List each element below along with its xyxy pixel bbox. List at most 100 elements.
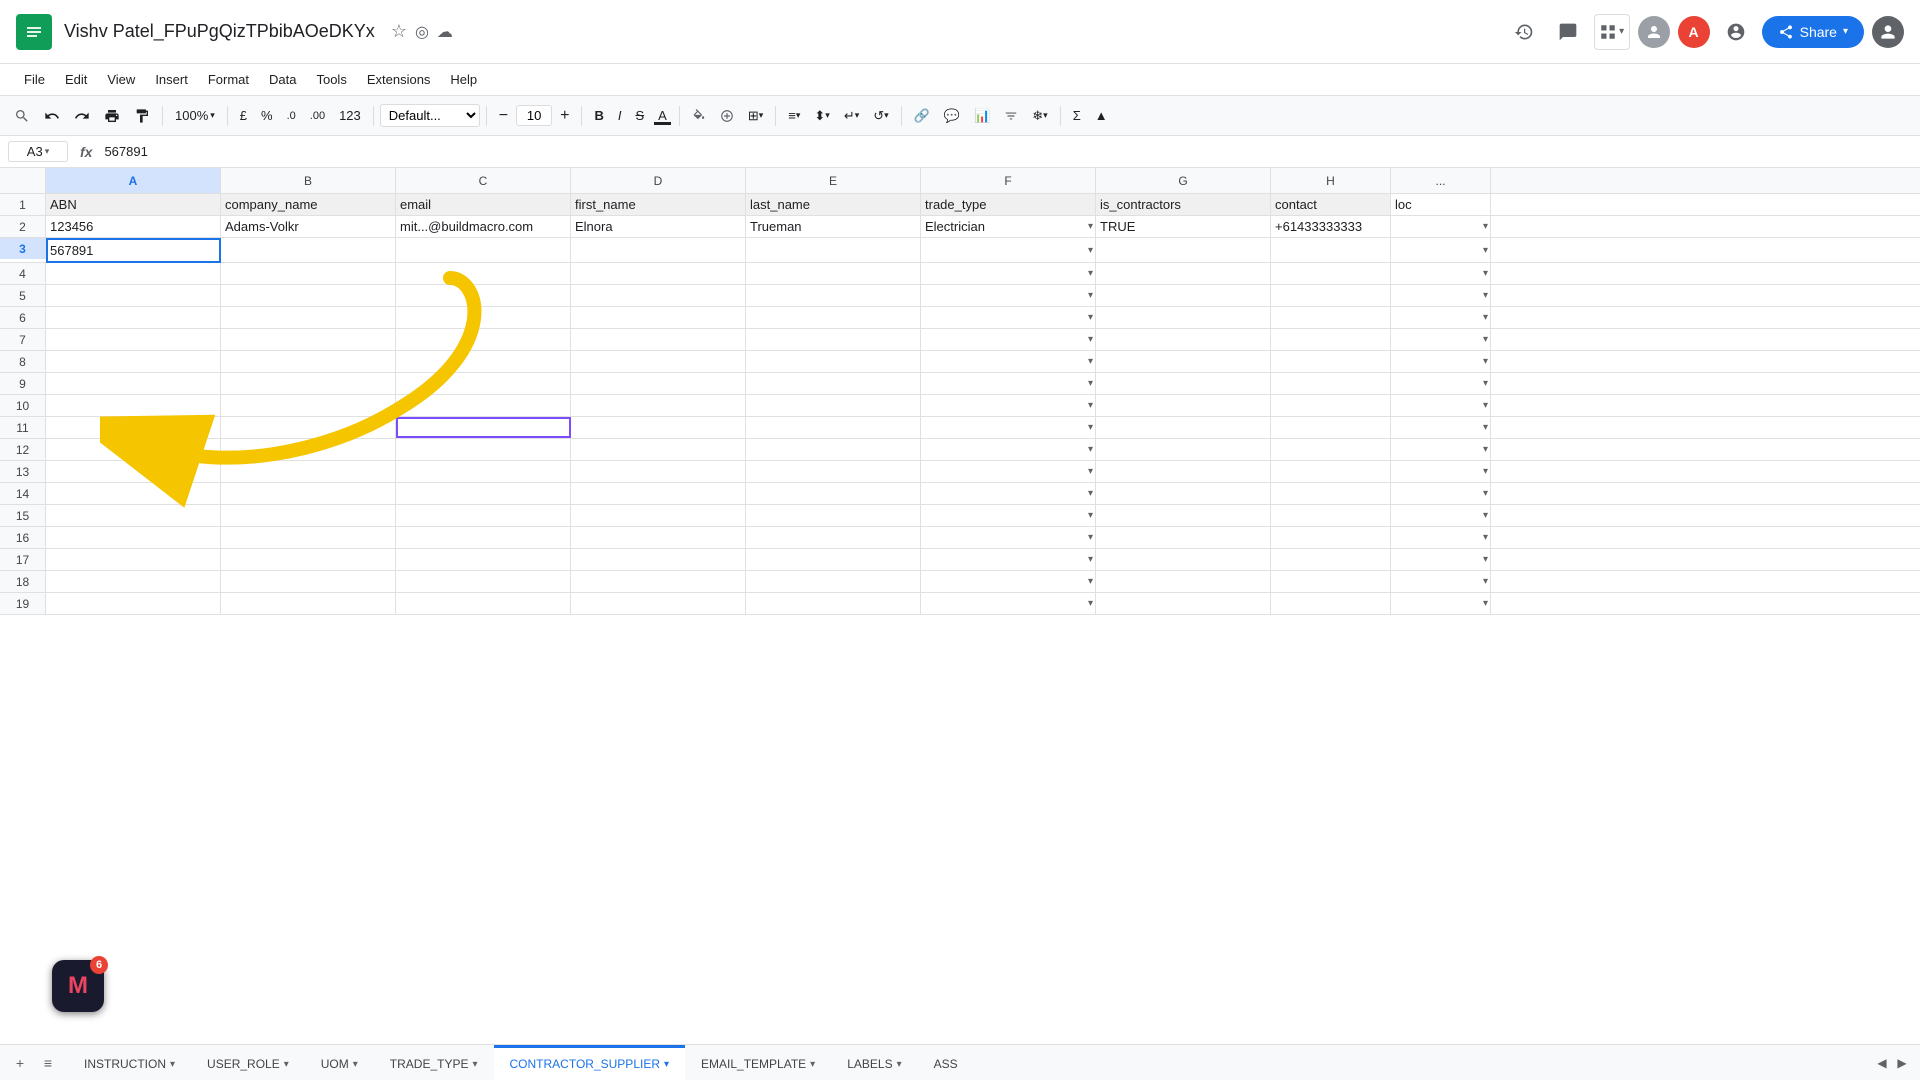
cell-h2[interactable]: +61433333333 (1271, 216, 1391, 237)
tab-email-template[interactable]: EMAIL_TEMPLATE ▾ (685, 1045, 831, 1080)
search-button[interactable] (8, 104, 36, 128)
strikethrough-button[interactable]: S (629, 104, 650, 127)
decimal-decrease-button[interactable]: .0 (281, 106, 302, 126)
col-header-f[interactable]: F (921, 168, 1096, 193)
link-button[interactable]: 🔗 (908, 104, 936, 128)
cell-g1[interactable]: is_contractors (1096, 194, 1271, 215)
col-header-d[interactable]: D (571, 168, 746, 193)
menu-help[interactable]: Help (442, 68, 485, 91)
cell-c2[interactable]: mit...@buildmacro.com (396, 216, 571, 237)
font-size-increase-button[interactable]: + (554, 103, 575, 129)
italic-button[interactable]: I (612, 104, 628, 127)
zoom-select[interactable]: 100% ▾ (169, 104, 221, 127)
cell-i3[interactable]: ▾ (1391, 238, 1491, 263)
cell-b1[interactable]: company_name (221, 194, 396, 215)
col-header-c[interactable]: C (396, 168, 571, 193)
text-color-button[interactable]: A (652, 104, 673, 127)
cell-f3[interactable]: ▾ (921, 238, 1096, 263)
history-icon[interactable] (1506, 14, 1542, 50)
font-select[interactable]: Default... (380, 104, 480, 127)
rotate-button[interactable]: ↺▾ (867, 104, 894, 128)
font-size-decrease-button[interactable]: − (493, 103, 514, 129)
menu-tools[interactable]: Tools (308, 68, 354, 91)
percent-button[interactable]: % (255, 104, 279, 127)
tab-user-role[interactable]: USER_ROLE ▾ (191, 1045, 305, 1080)
col-header-e[interactable]: E (746, 168, 921, 193)
cloud-icon[interactable]: ☁ (437, 22, 453, 42)
menu-edit[interactable]: Edit (57, 68, 95, 91)
freeze-button[interactable]: ❄▾ (1026, 104, 1053, 128)
cell-e1[interactable]: last_name (746, 194, 921, 215)
fill-color-button[interactable] (686, 105, 712, 127)
cell-e2[interactable]: Trueman (746, 216, 921, 237)
decimal-increase-button[interactable]: .00 (304, 106, 331, 126)
share-button[interactable]: Share ▾ (1762, 16, 1864, 48)
cell-e3[interactable] (746, 238, 921, 263)
cell-d1[interactable]: first_name (571, 194, 746, 215)
currency-button[interactable]: £ (234, 104, 253, 127)
cell-d3[interactable] (571, 238, 746, 263)
font-size-input[interactable] (516, 105, 552, 126)
col-header-h[interactable]: H (1271, 168, 1391, 193)
tab-trade-type[interactable]: TRADE_TYPE ▾ (374, 1045, 494, 1080)
collapse-button[interactable]: ▲ (1089, 104, 1114, 127)
dropdown-arrow-f2[interactable]: ▾ (1088, 221, 1093, 232)
paint-format-button[interactable] (128, 104, 156, 128)
cell-a1[interactable]: ABN (46, 194, 221, 215)
cell-g3[interactable] (1096, 238, 1271, 263)
cell-d2[interactable]: Elnora (571, 216, 746, 237)
formula-content[interactable]: 567891 (104, 144, 1912, 159)
menu-format[interactable]: Format (200, 68, 257, 91)
cell-c1[interactable]: email (396, 194, 571, 215)
cell-a2[interactable]: 123456 (46, 216, 221, 237)
halign-button[interactable]: ≡▾ (782, 104, 806, 127)
col-header-b[interactable]: B (221, 168, 396, 193)
comment-btn[interactable]: 💬 (938, 104, 966, 128)
star-icon[interactable]: ☆ (391, 21, 407, 42)
merge-button[interactable]: ⊞▾ (742, 104, 769, 128)
dropdown-arrow-f3[interactable]: ▾ (1088, 245, 1093, 256)
filter-button[interactable] (998, 105, 1024, 127)
valign-button[interactable]: ⬍▾ (808, 104, 835, 128)
cell-a3[interactable]: 567891 (46, 238, 221, 263)
cell-h3[interactable] (1271, 238, 1391, 263)
cell-b2[interactable]: Adams-Volkr (221, 216, 396, 237)
wrap-button[interactable]: ↵▾ (838, 104, 865, 128)
bold-button[interactable]: B (588, 104, 609, 127)
tab-contractor-supplier[interactable]: CONTRACTOR_SUPPLIER ▾ (494, 1045, 686, 1080)
cell-h1[interactable]: contact (1271, 194, 1391, 215)
user-avatar[interactable] (1872, 16, 1904, 48)
tab-scroll-left[interactable]: ◀ (1872, 1053, 1892, 1073)
view-mode-icon[interactable]: ▾ (1594, 14, 1630, 50)
cell-c11[interactable] (396, 417, 571, 438)
dropdown-arrow-i3[interactable]: ▾ (1483, 245, 1488, 256)
tab-instruction[interactable]: INSTRUCTION ▾ (68, 1045, 191, 1080)
cell-f2[interactable]: Electrician ▾ (921, 216, 1096, 237)
cell-i2[interactable]: ▾ (1391, 216, 1491, 237)
all-sheets-button[interactable]: ≡ (36, 1051, 60, 1075)
cell-b3[interactable] (221, 238, 396, 263)
menu-extensions[interactable]: Extensions (359, 68, 439, 91)
menu-view[interactable]: View (99, 68, 143, 91)
cell-i1[interactable]: loc (1391, 194, 1491, 215)
col-header-g[interactable]: G (1096, 168, 1271, 193)
undo-button[interactable] (38, 104, 66, 128)
cell-f1[interactable]: trade_type (921, 194, 1096, 215)
tab-uom[interactable]: UOM ▾ (305, 1045, 374, 1080)
macro-widget[interactable]: M 6 (52, 960, 104, 1012)
menu-file[interactable]: File (16, 68, 53, 91)
dropdown-arrow-i2[interactable]: ▾ (1483, 221, 1488, 232)
settings-icon[interactable] (1718, 14, 1754, 50)
redo-button[interactable] (68, 104, 96, 128)
cell-reference[interactable]: A3 ▾ (8, 141, 68, 162)
cell-g2[interactable]: TRUE (1096, 216, 1271, 237)
tab-ass[interactable]: ASS (918, 1045, 974, 1080)
comment-icon[interactable] (1550, 14, 1586, 50)
col-header-a[interactable]: A (46, 168, 221, 193)
chart-button[interactable]: 📊 (968, 104, 996, 128)
function-button[interactable]: Σ (1067, 104, 1087, 127)
add-sheet-button[interactable]: + (8, 1051, 32, 1075)
print-button[interactable] (98, 104, 126, 128)
menu-data[interactable]: Data (261, 68, 304, 91)
tab-labels[interactable]: LABELS ▾ (831, 1045, 917, 1080)
